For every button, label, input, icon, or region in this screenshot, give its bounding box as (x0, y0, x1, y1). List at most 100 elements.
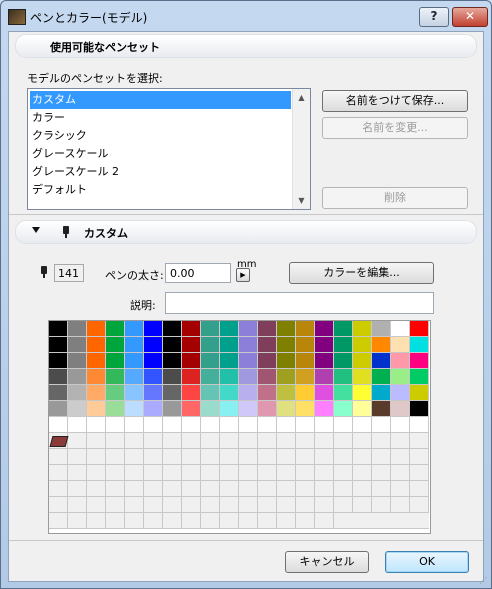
color-swatch[interactable] (372, 513, 391, 529)
color-swatch[interactable] (68, 385, 87, 401)
close-button[interactable]: ✕ (452, 7, 488, 27)
color-swatch[interactable] (125, 385, 144, 401)
color-swatch[interactable] (144, 465, 163, 481)
color-swatch[interactable] (201, 321, 220, 337)
color-swatch[interactable] (239, 401, 258, 417)
color-swatch[interactable] (239, 449, 258, 465)
color-swatch[interactable] (163, 401, 182, 417)
color-swatch[interactable] (353, 465, 372, 481)
color-swatch[interactable] (353, 369, 372, 385)
color-swatch[interactable] (334, 513, 353, 529)
color-swatch[interactable] (163, 465, 182, 481)
color-swatch[interactable] (220, 401, 239, 417)
color-swatch[interactable] (315, 321, 334, 337)
color-swatch[interactable] (315, 465, 334, 481)
color-swatch[interactable] (182, 401, 201, 417)
color-swatch[interactable] (391, 321, 410, 337)
color-swatch[interactable] (125, 337, 144, 353)
description-input[interactable] (165, 292, 434, 314)
color-swatch[interactable] (258, 433, 277, 449)
color-swatch[interactable] (296, 369, 315, 385)
color-swatch[interactable] (334, 321, 353, 337)
color-swatch[interactable] (201, 417, 220, 433)
color-swatch[interactable] (372, 433, 391, 449)
color-swatch[interactable] (201, 513, 220, 529)
color-swatch[interactable] (125, 321, 144, 337)
color-swatch[interactable] (410, 449, 429, 465)
color-swatch[interactable] (220, 417, 239, 433)
color-swatch[interactable] (49, 481, 68, 497)
color-swatch[interactable] (391, 513, 410, 529)
color-swatch[interactable] (372, 481, 391, 497)
color-swatch[interactable] (68, 353, 87, 369)
color-swatch[interactable] (125, 497, 144, 513)
color-swatch[interactable] (239, 369, 258, 385)
color-swatch[interactable] (125, 401, 144, 417)
color-swatch[interactable] (296, 337, 315, 353)
color-swatch[interactable] (163, 497, 182, 513)
color-swatch[interactable] (163, 449, 182, 465)
color-swatch[interactable] (334, 497, 353, 513)
color-swatch[interactable] (410, 417, 429, 433)
color-swatch[interactable] (68, 401, 87, 417)
penset-listbox[interactable]: カスタム カラー クラシック グレースケール グレースケール 2 デフォルト ▲… (27, 88, 311, 210)
color-swatch[interactable] (163, 481, 182, 497)
penset-item[interactable]: グレースケール (30, 145, 291, 163)
pen-color-grid[interactable] (48, 320, 431, 534)
help-button[interactable]: ? (419, 7, 449, 27)
color-swatch[interactable] (334, 449, 353, 465)
scroll-down-icon[interactable]: ▼ (293, 192, 310, 209)
color-swatch[interactable] (239, 417, 258, 433)
color-swatch[interactable] (334, 385, 353, 401)
color-swatch[interactable] (144, 369, 163, 385)
color-swatch[interactable] (353, 385, 372, 401)
color-swatch[interactable] (391, 497, 410, 513)
color-swatch[interactable] (106, 433, 125, 449)
color-swatch[interactable] (296, 353, 315, 369)
color-swatch[interactable] (315, 433, 334, 449)
color-swatch[interactable] (372, 465, 391, 481)
color-swatch[interactable] (87, 449, 106, 465)
color-swatch[interactable] (239, 353, 258, 369)
color-swatch[interactable] (372, 321, 391, 337)
color-swatch[interactable] (410, 497, 429, 513)
color-swatch[interactable] (315, 369, 334, 385)
color-swatch[interactable] (144, 481, 163, 497)
color-swatch[interactable] (220, 497, 239, 513)
color-swatch[interactable] (353, 417, 372, 433)
color-swatch[interactable] (372, 337, 391, 353)
color-swatch[interactable] (391, 401, 410, 417)
color-swatch[interactable] (277, 465, 296, 481)
color-swatch[interactable] (315, 481, 334, 497)
edit-color-button[interactable]: カラーを編集... (289, 262, 434, 284)
color-swatch[interactable] (144, 513, 163, 529)
title-bar[interactable]: ペンとカラー(モデル) ? ✕ (1, 1, 491, 31)
color-swatch[interactable] (182, 497, 201, 513)
color-swatch[interactable] (201, 465, 220, 481)
color-swatch[interactable] (106, 513, 125, 529)
color-swatch[interactable] (296, 465, 315, 481)
color-swatch[interactable] (201, 497, 220, 513)
color-swatch[interactable] (372, 497, 391, 513)
color-swatch[interactable] (258, 449, 277, 465)
color-swatch[interactable] (410, 513, 429, 529)
color-swatch[interactable] (277, 417, 296, 433)
penset-item[interactable]: グレースケール 2 (30, 163, 291, 181)
scroll-up-icon[interactable]: ▲ (293, 89, 310, 106)
color-swatch[interactable] (182, 337, 201, 353)
color-swatch[interactable] (258, 465, 277, 481)
color-swatch[interactable] (334, 481, 353, 497)
color-swatch[interactable] (163, 385, 182, 401)
color-swatch[interactable] (296, 433, 315, 449)
color-swatch[interactable] (87, 337, 106, 353)
color-swatch[interactable] (220, 465, 239, 481)
color-swatch[interactable] (296, 513, 315, 529)
color-swatch[interactable] (277, 513, 296, 529)
color-swatch[interactable] (106, 401, 125, 417)
color-swatch[interactable] (220, 481, 239, 497)
color-swatch[interactable] (144, 449, 163, 465)
color-swatch[interactable] (182, 465, 201, 481)
color-swatch[interactable] (144, 353, 163, 369)
color-swatch[interactable] (296, 497, 315, 513)
color-swatch[interactable] (144, 497, 163, 513)
